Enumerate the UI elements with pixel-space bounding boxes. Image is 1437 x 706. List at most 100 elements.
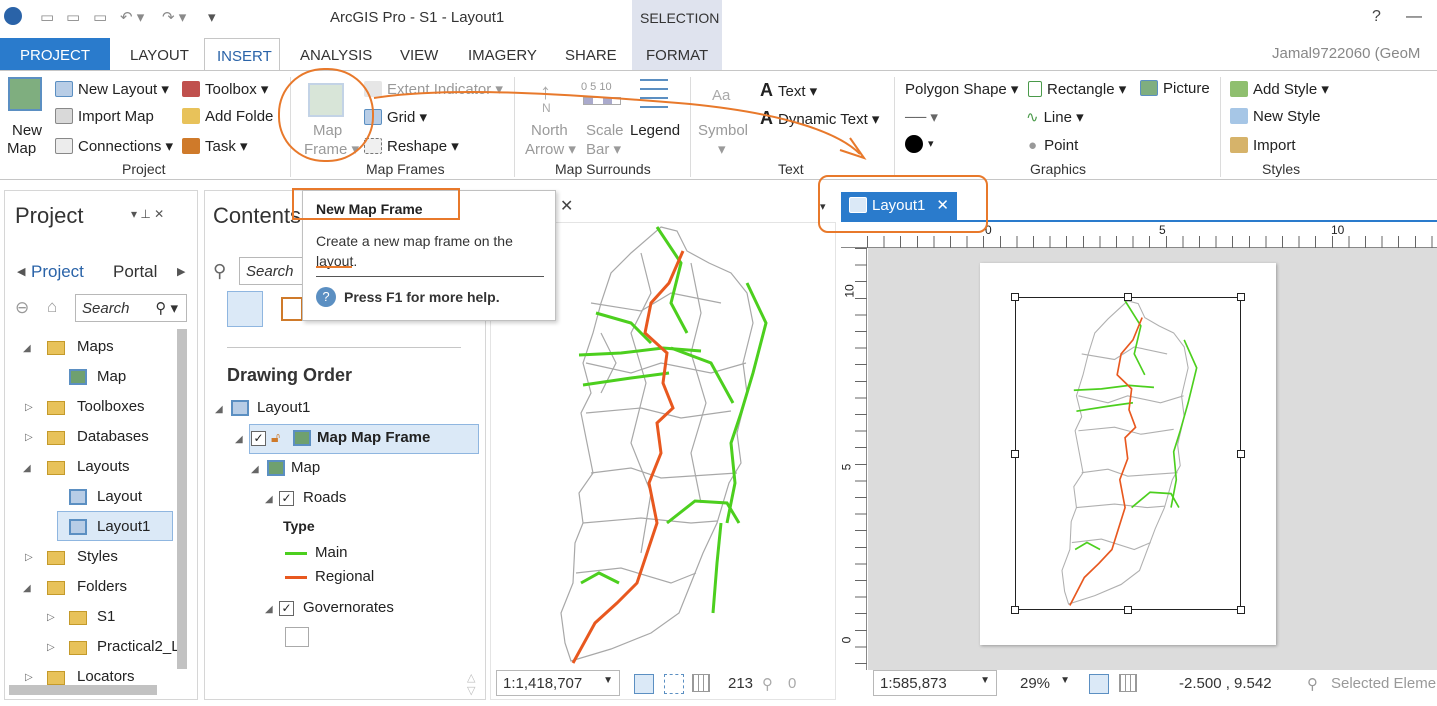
collapse-icon[interactable]: ◢	[251, 464, 259, 475]
add-style-button[interactable]: Add Style ▾	[1230, 80, 1329, 98]
regional-road-swatch[interactable]	[285, 576, 307, 579]
tab-analysis[interactable]: ANALYSIS	[288, 38, 384, 70]
expand-icon[interactable]: ▷	[25, 672, 33, 683]
catalog-item-locators[interactable]: Locators	[77, 668, 135, 685]
catalog-item-maps[interactable]: Maps	[77, 338, 114, 355]
tab-project[interactable]: PROJECT	[0, 38, 110, 70]
catalog-item-styles[interactable]: Styles	[77, 548, 118, 565]
vertical-scrollbar[interactable]	[177, 329, 187, 669]
open-project-icon[interactable]: ▭	[66, 8, 80, 26]
selection-handle[interactable]	[1011, 293, 1019, 301]
grid-toggle-icon[interactable]	[1119, 674, 1137, 692]
list-by-drawing-order-icon[interactable]	[227, 291, 263, 327]
tab-insert[interactable]: INSERT	[204, 38, 280, 70]
undo-icon[interactable]: ↶ ▾	[120, 8, 144, 26]
collapse-icon[interactable]: ◢	[23, 463, 31, 474]
snapping-icon[interactable]	[1089, 674, 1109, 694]
selected-elements-icon[interactable]: ⚲	[1307, 675, 1318, 693]
tab-portal[interactable]: Portal	[113, 262, 157, 282]
redo-icon[interactable]: ↷ ▾	[162, 8, 186, 26]
scroll-left-icon[interactable]: ◀	[17, 265, 25, 278]
polygon-shape-dropdown[interactable]: Polygon Shape ▾	[905, 80, 1018, 98]
contents-item-governorates[interactable]: Governorates	[303, 599, 394, 616]
catalog-item-layout[interactable]: Layout	[97, 488, 142, 505]
contents-item-roads[interactable]: Roads	[303, 489, 346, 506]
point-symbol-dropdown[interactable]: ▾	[928, 137, 934, 150]
catalog-item-s1[interactable]: S1	[97, 608, 115, 625]
collapse-icon[interactable]: ◢	[235, 434, 243, 445]
task-button[interactable]: Task ▾	[182, 137, 248, 155]
signed-in-user[interactable]: Jamal9722060 (GeoM	[1272, 45, 1420, 62]
governorates-symbol-swatch[interactable]	[285, 627, 309, 647]
minimize-icon[interactable]: —	[1406, 8, 1422, 26]
horizontal-scrollbar[interactable]	[9, 685, 157, 695]
line-style-dropdown[interactable]: ── ▾	[905, 108, 938, 126]
selection-handle[interactable]	[1237, 606, 1245, 614]
catalog-item-practical2[interactable]: Practical2_L	[97, 638, 180, 655]
collapse-icon[interactable]: ◢	[23, 583, 31, 594]
collapse-icon[interactable]: ◢	[265, 604, 273, 615]
new-layout-button[interactable]: New Layout ▾	[55, 80, 169, 98]
back-icon[interactable]: ⊖	[15, 298, 29, 318]
layout-scale-combo[interactable]: 1:585,873 ▼	[873, 670, 997, 696]
add-folder-button[interactable]: Add Folde	[182, 108, 273, 125]
picture-button[interactable]: Picture	[1140, 80, 1210, 97]
help-icon[interactable]: ?	[1372, 8, 1381, 26]
tab-project-catalog[interactable]: Project	[31, 262, 84, 282]
pane-options-icon[interactable]: ▾ ⊥ ✕	[131, 207, 164, 221]
import-map-button[interactable]: Import Map	[55, 108, 154, 125]
expand-icon[interactable]: ▷	[25, 552, 33, 563]
grid-toggle-icon[interactable]	[692, 674, 710, 692]
selection-handle[interactable]	[1124, 293, 1132, 301]
connections-button[interactable]: Connections ▾	[55, 137, 173, 155]
scroll-right-icon[interactable]: ▶	[177, 265, 185, 278]
home-icon[interactable]: ⌂	[47, 297, 57, 317]
catalog-search-input[interactable]: Search ⚲ ▾	[75, 294, 187, 322]
catalog-item-layouts[interactable]: Layouts	[77, 458, 130, 475]
contents-search-input[interactable]: Search	[239, 257, 303, 285]
legend-item-regional[interactable]: Regional	[315, 568, 374, 585]
catalog-item-map[interactable]: Map	[97, 368, 126, 385]
selection-handle[interactable]	[1237, 450, 1245, 458]
filter-icon[interactable]: ⚲	[213, 261, 226, 282]
main-road-swatch[interactable]	[285, 552, 307, 555]
selected-features-icon[interactable]: ⚲	[762, 675, 773, 693]
list-by-source-icon[interactable]	[281, 297, 303, 321]
collapse-icon[interactable]: ◢	[265, 494, 273, 505]
toolbox-button[interactable]: Toolbox ▾	[182, 80, 268, 98]
catalog-item-folders[interactable]: Folders	[77, 578, 127, 595]
tab-imagery[interactable]: IMAGERY	[456, 38, 549, 70]
map-frame-element[interactable]	[1015, 297, 1241, 610]
expand-icon[interactable]: ▷	[47, 612, 55, 623]
catalog-item-toolboxes[interactable]: Toolboxes	[77, 398, 145, 415]
collapse-icon[interactable]: ◢	[23, 343, 31, 354]
point-button[interactable]: ● Point	[1028, 137, 1078, 154]
contents-item-layout1[interactable]: Layout1	[257, 399, 310, 416]
legend-item-main[interactable]: Main	[315, 544, 348, 561]
tab-format[interactable]: FORMAT	[634, 38, 722, 70]
expand-icon[interactable]: ▷	[25, 402, 33, 413]
rectangle-button[interactable]: Rectangle ▾	[1028, 80, 1126, 98]
roads-checkbox[interactable]: ✓	[279, 491, 294, 506]
governorates-checkbox[interactable]: ✓	[279, 601, 294, 616]
point-symbol-swatch[interactable]	[905, 135, 923, 153]
line-button[interactable]: ∿ Line ▾	[1026, 108, 1084, 126]
save-project-icon[interactable]: ▭	[93, 8, 107, 26]
tab-layout[interactable]: LAYOUT	[118, 38, 201, 70]
scroll-arrows-icon[interactable]: △ ▽	[467, 671, 475, 697]
tab-view[interactable]: VIEW	[388, 38, 450, 70]
expand-icon[interactable]: ▷	[25, 432, 33, 443]
map-extent-icon[interactable]	[664, 674, 684, 694]
map-scale-combo[interactable]: 1:1,418,707 ▼	[496, 670, 620, 696]
lock-icon[interactable]: 🔓︎	[271, 429, 280, 446]
layout-canvas[interactable]	[868, 248, 1437, 670]
new-map-icon[interactable]	[8, 77, 42, 111]
import-style-button[interactable]: Import	[1230, 137, 1296, 154]
selection-handle[interactable]	[1011, 606, 1019, 614]
selection-handle[interactable]	[1011, 450, 1019, 458]
new-map-button[interactable]: New	[12, 122, 42, 139]
snapping-icon[interactable]	[634, 674, 654, 694]
contents-item-map[interactable]: Map	[291, 459, 320, 476]
collapse-icon[interactable]: ◢	[215, 404, 223, 415]
zoom-combo[interactable]: 29% ▼	[1013, 670, 1077, 696]
